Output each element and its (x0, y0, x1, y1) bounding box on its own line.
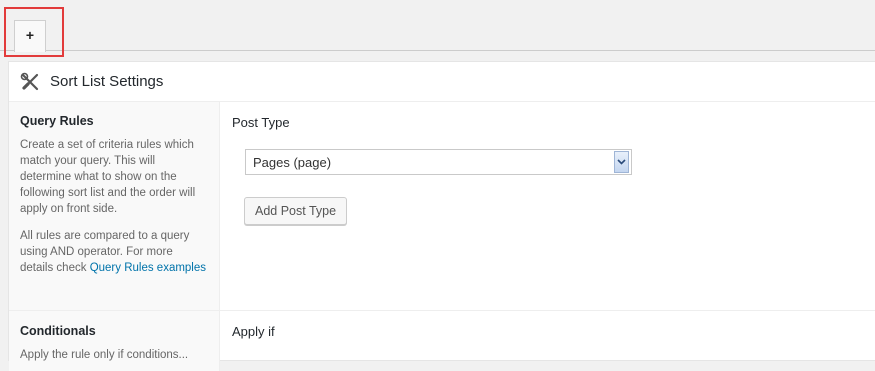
sort-list-settings-panel: Sort List Settings Query Rules Create a … (8, 61, 875, 371)
query-rules-description: Create a set of criteria rules which mat… (20, 139, 196, 215)
panel-header: Sort List Settings (9, 62, 875, 102)
highlight-annotation (4, 7, 64, 57)
query-rules-row: Query Rules Create a set of criteria rul… (9, 102, 875, 311)
apply-if-label: Apply if (232, 324, 275, 339)
apply-if-section: Apply if (220, 311, 875, 371)
post-type-label: Post Type (232, 115, 290, 130)
panel-title: Sort List Settings (50, 73, 164, 90)
post-type-section: Post Type Pages (page) Add Post Type (220, 102, 875, 310)
query-rules-title: Query Rules (20, 114, 94, 128)
add-post-type-button[interactable]: Add Post Type (244, 197, 348, 225)
query-rules-note: All rules are compared to a query using … (20, 228, 207, 276)
post-type-select[interactable]: Pages (page) (245, 149, 632, 175)
chevron-down-icon[interactable] (614, 151, 629, 173)
query-rules-sidebar: Query Rules Create a set of criteria rul… (9, 102, 220, 310)
post-type-selected-value: Pages (page) (253, 154, 332, 170)
conditionals-row: Conditionals Apply the rule only if cond… (9, 311, 875, 371)
conditionals-sidebar: Conditionals Apply the rule only if cond… (9, 311, 220, 371)
wrench-screwdriver-icon (20, 72, 40, 92)
tab-strip: + (0, 0, 875, 52)
conditionals-title: Conditionals (20, 324, 96, 338)
query-rules-examples-link[interactable]: Query Rules examples (90, 262, 206, 274)
conditionals-description: Apply the rule only if conditions... (20, 349, 189, 361)
